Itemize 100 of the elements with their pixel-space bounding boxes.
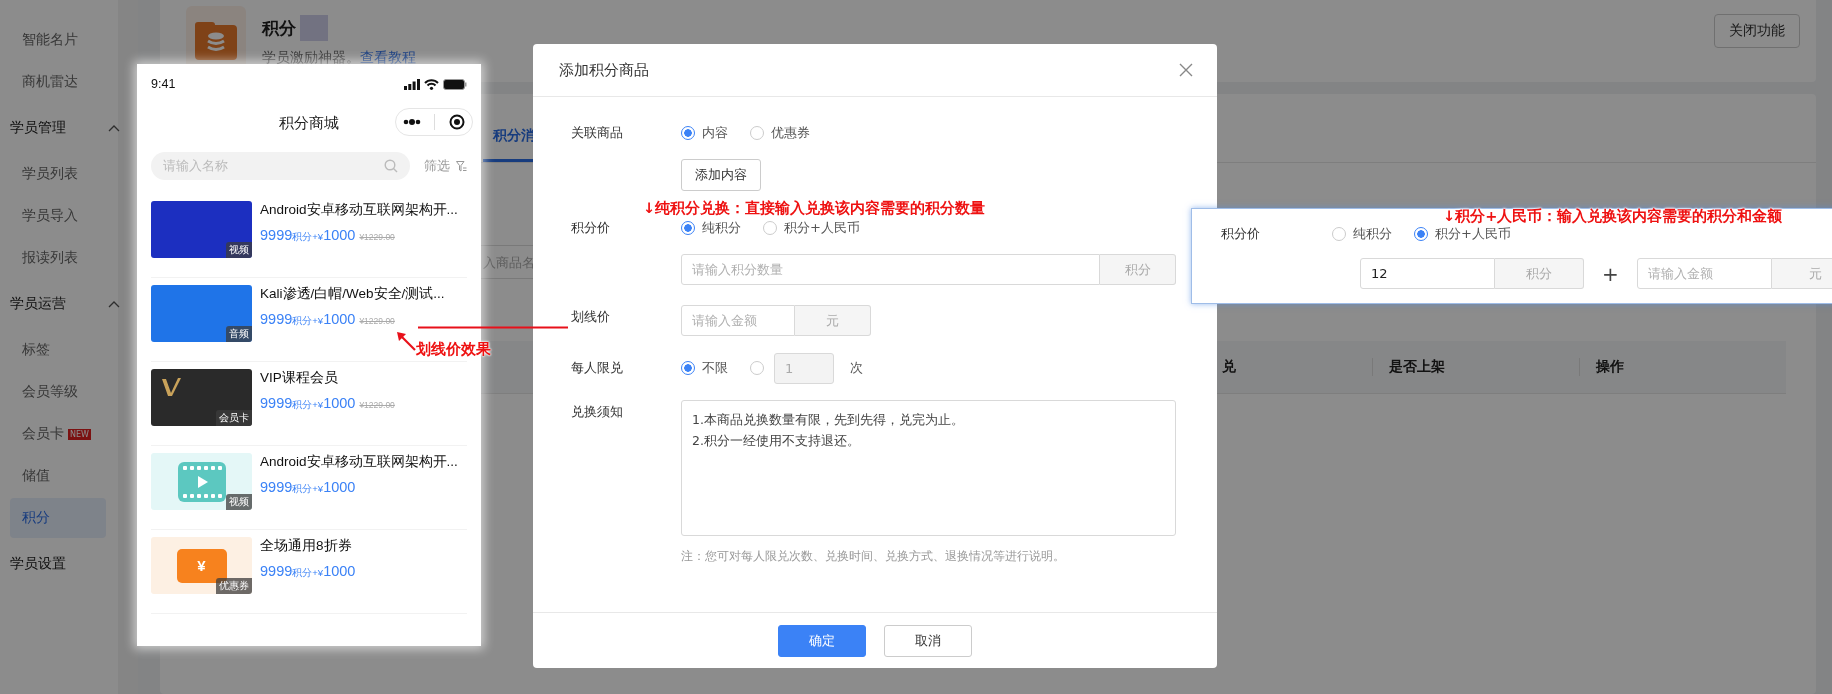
- product-title: VIP课程会员: [260, 369, 339, 387]
- sidebar-item[interactable]: 积分: [10, 498, 106, 538]
- radio-label: 纯积分: [702, 219, 741, 237]
- sidebar-group-label: 学员运营: [10, 295, 66, 313]
- close-target-icon[interactable]: [449, 114, 466, 130]
- radio-button[interactable]: [750, 361, 764, 375]
- type-badge: 视频: [226, 494, 252, 510]
- sidebar-item[interactable]: 智能名片: [10, 20, 106, 60]
- radio-button[interactable]: [681, 361, 695, 375]
- unit-addon: 元: [1771, 258, 1832, 289]
- points-input[interactable]: 请输入积分数量: [681, 254, 1100, 285]
- tutorial-link[interactable]: 查看教程: [360, 49, 416, 65]
- points-input[interactable]: 12: [1360, 258, 1495, 289]
- sidebar-item-label: 积分: [22, 509, 50, 527]
- sidebar-item-label: 学员列表: [22, 165, 78, 183]
- field-label: 每人限兑: [571, 359, 624, 377]
- radio-option[interactable]: 纯积分: [681, 219, 741, 237]
- amount-input[interactable]: 请输入金额: [681, 305, 795, 336]
- sidebar-item-label: 会员卡: [22, 425, 64, 443]
- sidebar-item-label: 智能名片: [22, 31, 78, 49]
- unit-addon: 积分: [1495, 258, 1584, 289]
- radio-option[interactable]: 优惠券: [750, 124, 810, 142]
- search-icon: [384, 159, 398, 173]
- battery-icon: [443, 78, 467, 90]
- sidebar-item-label: 储值: [22, 467, 50, 485]
- sidebar-item[interactable]: 会员卡 NEW: [10, 414, 106, 454]
- sidebar-group[interactable]: 学员管理: [0, 104, 118, 152]
- points-price: 9999积分+¥1000: [260, 227, 356, 244]
- product-title: Kali渗透/白帽/Web安全/测试...: [260, 285, 445, 303]
- unit-addon: 元: [795, 305, 871, 336]
- sidebar-item[interactable]: 学员导入: [10, 196, 106, 236]
- radio-option[interactable]: 不限: [681, 359, 728, 377]
- sidebar-group-label: 学员管理: [10, 119, 66, 137]
- sidebar-group[interactable]: 学员运营: [0, 280, 118, 328]
- signal-icon: [404, 78, 420, 90]
- strike-price: ¥1229.00: [359, 400, 395, 410]
- wifi-icon: [424, 78, 439, 90]
- field-label: 兑换须知: [571, 403, 624, 421]
- field-label: 积分价: [571, 219, 611, 237]
- points-price: 9999积分+¥1000: [260, 311, 356, 328]
- cancel-button[interactable]: 取消: [884, 624, 972, 657]
- annotation-text: 划线价效果: [416, 340, 491, 359]
- sidebar-item-label: 标签: [22, 341, 50, 359]
- radio-label: 积分+人民币: [784, 219, 860, 237]
- field-hint: 注：您可对每人限兑次数、兑换时间、兑换方式、退换情况等进行说明。: [681, 548, 1065, 565]
- unit-addon: 积分: [1100, 254, 1176, 285]
- sidebar-item[interactable]: 商机雷达: [10, 62, 106, 102]
- radio-button[interactable]: [750, 126, 764, 140]
- close-icon[interactable]: [1179, 63, 1193, 77]
- annotation-text: ↓纯积分兑换：直接输入兑换该内容需要的积分数量: [643, 199, 987, 218]
- product-title: Android安卓移动互联网架构开...: [260, 453, 458, 471]
- add-content-button[interactable]: 添加内容: [681, 159, 761, 191]
- sidebar-item[interactable]: 报读列表: [10, 238, 106, 278]
- field-label: 积分价: [1221, 225, 1261, 243]
- type-badge: 音频: [226, 326, 252, 342]
- points-price: 9999积分+¥1000: [260, 395, 356, 412]
- close-feature-button[interactable]: 关闭功能: [1714, 14, 1800, 48]
- strike-price: ¥1229.00: [359, 232, 395, 242]
- amount-input[interactable]: 请输入金额: [1636, 258, 1772, 289]
- notice-textarea[interactable]: 1.本商品兑换数量有限，先到先得，兑完为止。 2.积分一经使用不支持退还。: [681, 400, 1176, 536]
- status-time: 9:41: [151, 77, 176, 91]
- filter-icon[interactable]: [456, 160, 467, 172]
- radio-button[interactable]: [763, 221, 777, 235]
- radio-label: 积分+人民币: [1435, 225, 1511, 243]
- field-label: 关联商品: [571, 124, 624, 142]
- sidebar-item[interactable]: 会员等级: [10, 372, 106, 412]
- more-icon[interactable]: [402, 119, 421, 125]
- radio-option[interactable]: 纯积分: [1332, 225, 1392, 243]
- radio-option[interactable]: 积分+人民币: [1414, 225, 1511, 243]
- annotation-text: ↓积分+人民币：输入兑换该内容需要的积分和金额: [1443, 207, 1783, 226]
- strike-price: ¥1229.00: [359, 316, 395, 326]
- radio-button[interactable]: [681, 221, 695, 235]
- dialog-title: 添加积分商品: [559, 60, 649, 80]
- field-label: 划线价: [571, 308, 611, 326]
- radio-button[interactable]: [1332, 227, 1346, 241]
- radio-option[interactable]: 内容: [681, 124, 728, 142]
- confirm-button[interactable]: 确定: [778, 624, 866, 657]
- product-title: Android安卓移动互联网架构开...: [260, 201, 458, 219]
- chevron-up-icon: [108, 300, 120, 308]
- crown-v-icon: [161, 377, 183, 397]
- radio-button[interactable]: [681, 126, 695, 140]
- sidebar-section[interactable]: 学员设置: [0, 540, 118, 588]
- radio-button[interactable]: [1414, 227, 1428, 241]
- points-price: 9999积分+¥1000: [260, 479, 356, 496]
- sidebar-item-label: 学员导入: [22, 207, 78, 225]
- mall-title: 积分商城: [279, 113, 339, 133]
- points-price: 9999积分+¥1000: [260, 563, 356, 580]
- sidebar-item[interactable]: 学员列表: [10, 154, 106, 194]
- sidebar-item[interactable]: 储值: [10, 456, 106, 496]
- column-header: 操作: [1579, 358, 1786, 376]
- blurred-tag: [300, 15, 328, 41]
- plus-sign: +: [1602, 261, 1619, 286]
- filter-button[interactable]: 筛选: [424, 157, 450, 175]
- type-badge: 优惠券: [216, 578, 252, 594]
- radio-option[interactable]: 积分+人民币: [763, 219, 860, 237]
- radio-label: 优惠券: [771, 124, 810, 142]
- sidebar-item[interactable]: 标签: [10, 330, 106, 370]
- database-icon: [194, 21, 238, 61]
- new-badge: NEW: [68, 428, 91, 440]
- film-play-icon: [177, 461, 226, 502]
